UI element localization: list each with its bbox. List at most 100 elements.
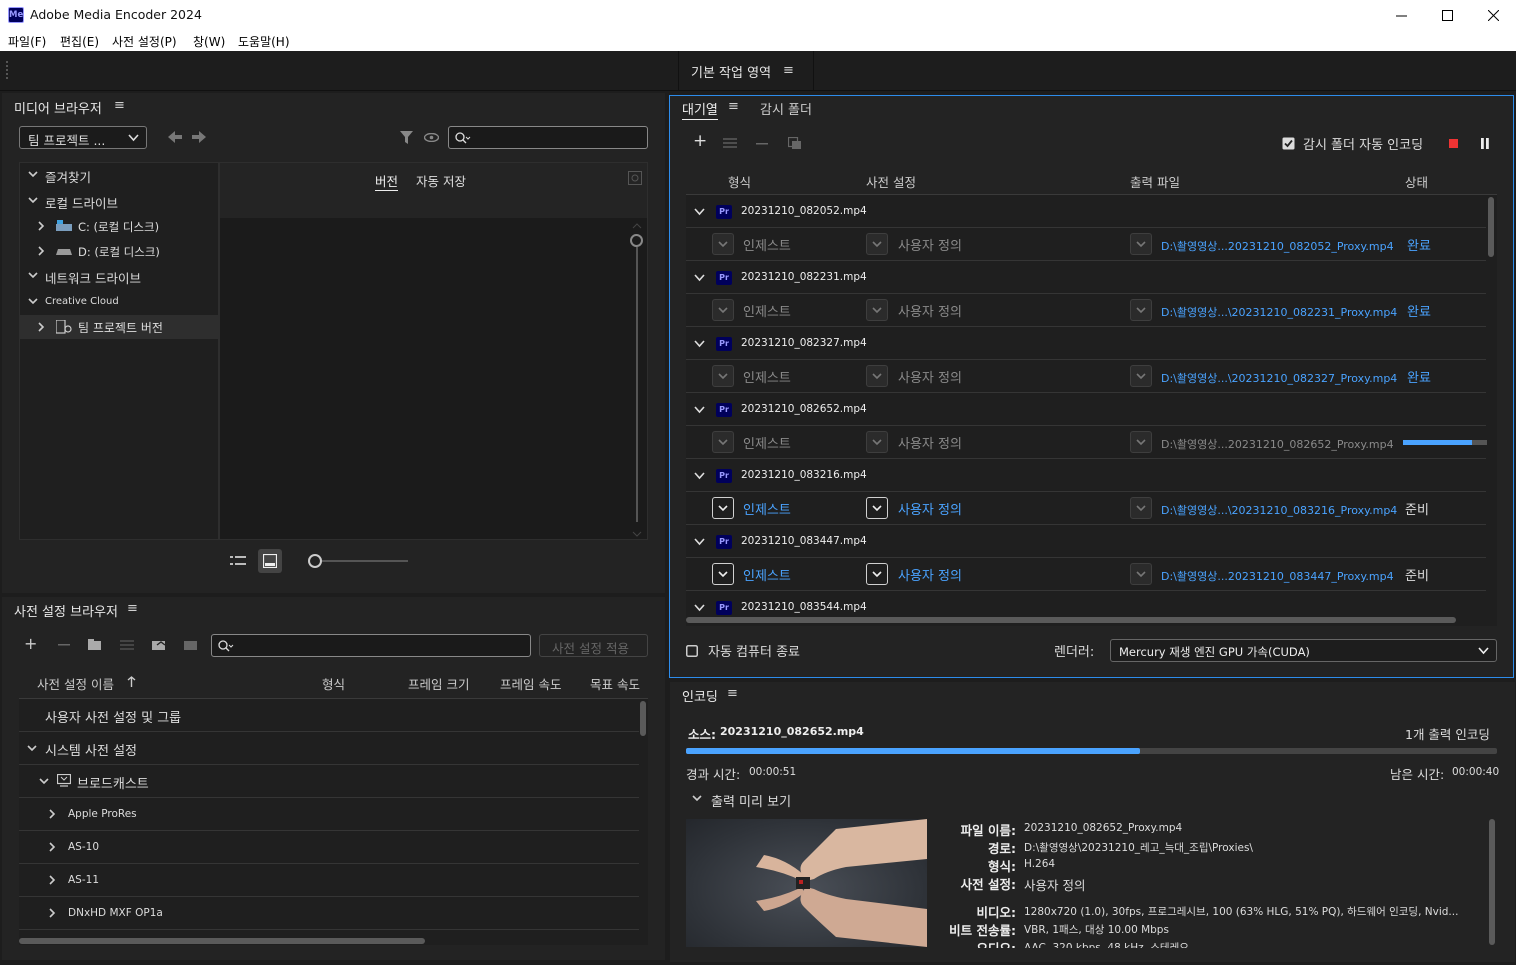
tab-queue[interactable]: 대기열 — [682, 99, 718, 120]
maximize-button[interactable] — [1424, 0, 1470, 30]
chevron-right-icon[interactable] — [49, 875, 56, 885]
vertical-scrollbar[interactable] — [639, 699, 647, 945]
preset-row-prores[interactable]: Apple ProRes — [19, 798, 639, 831]
preset-row-dnxhd[interactable]: DNxHD MXF OP1a — [19, 897, 639, 930]
queue-source-row[interactable]: Pr 20231210_082652.mp4 — [686, 393, 1486, 426]
output-path[interactable]: D:\촬영영상...\20231210_083216_Proxy.mp4 — [1161, 502, 1397, 518]
scroll-thumb[interactable] — [686, 617, 1456, 623]
output-path[interactable]: D:\촬영영상...20231210_083447_Proxy.mp4 — [1161, 568, 1394, 584]
filter-icon[interactable] — [400, 131, 413, 144]
format-dropdown[interactable] — [712, 497, 734, 519]
menu-edit[interactable]: 편집(E) — [60, 33, 99, 50]
minus-icon[interactable] — [58, 644, 70, 646]
menu-icon[interactable]: ≡ — [783, 63, 794, 78]
preset-dropdown[interactable] — [866, 563, 888, 585]
col-status[interactable]: 상태 — [1405, 172, 1428, 191]
format-value[interactable]: 인제스트 — [743, 367, 791, 386]
format-value[interactable]: 인제스트 — [743, 433, 791, 452]
chevron-down-icon[interactable] — [694, 538, 705, 546]
output-dropdown[interactable] — [1130, 233, 1152, 255]
queue-output-row[interactable]: 인제스트 사용자 정의 D:\촬영영상...\20231210_083216_P… — [686, 492, 1486, 525]
chevron-down-icon[interactable] — [28, 298, 38, 305]
close-button[interactable] — [1470, 0, 1516, 30]
tree-item-local-drives[interactable]: 로컬 드라이브 — [20, 189, 218, 213]
checkbox-auto-encode[interactable] — [1282, 137, 1295, 150]
col-preset-name[interactable]: 사전 설정 이름 — [37, 674, 114, 693]
output-path[interactable]: D:\촬영영상...\20231210_082231_Proxy.mp4 — [1161, 304, 1397, 320]
output-dropdown[interactable] — [1130, 497, 1152, 519]
col-target-rate[interactable]: 목표 속도 — [590, 674, 640, 693]
queue-output-row[interactable]: 인제스트 사용자 정의 D:\촬영영상...\20231210_082231_P… — [686, 294, 1486, 327]
add-icon[interactable]: + — [24, 636, 38, 652]
output-dropdown[interactable] — [1130, 563, 1152, 585]
col-format[interactable]: 형식 — [728, 172, 751, 191]
scroll-thumb[interactable] — [1489, 819, 1495, 945]
horizontal-scrollbar[interactable] — [686, 616, 1497, 624]
output-dropdown[interactable] — [1130, 365, 1152, 387]
output-dropdown[interactable] — [1130, 299, 1152, 321]
chevron-down-icon[interactable] — [692, 795, 702, 802]
slider-thumb[interactable] — [308, 554, 322, 568]
preset-value[interactable]: 사용자 정의 — [898, 499, 962, 518]
pause-icon[interactable] — [1481, 138, 1489, 149]
import-icon[interactable] — [152, 638, 167, 651]
preset-value[interactable]: 사용자 정의 — [898, 235, 962, 254]
chevron-right-icon[interactable] — [49, 908, 56, 918]
preset-value[interactable]: 사용자 정의 — [898, 367, 962, 386]
output-path[interactable]: D:\촬영영상...\20231210_082327_Proxy.mp4 — [1161, 370, 1397, 386]
apply-preset-button[interactable]: 사전 설정 적용 — [539, 634, 648, 657]
chevron-down-icon[interactable] — [694, 472, 705, 480]
queue-source-row[interactable]: Pr 20231210_083216.mp4 — [686, 459, 1486, 492]
tree-item-favorites[interactable]: 즐겨찾기 — [20, 163, 218, 187]
zoom-slider[interactable] — [308, 553, 408, 569]
col-output[interactable]: 출력 파일 — [1130, 172, 1180, 191]
chevron-down-icon[interactable] — [28, 272, 38, 279]
preset-value[interactable]: 사용자 정의 — [898, 301, 962, 320]
panel-menu-icon[interactable]: ≡ — [728, 99, 739, 114]
back-arrow-icon[interactable] — [168, 131, 182, 143]
stop-icon[interactable] — [1449, 139, 1458, 148]
eye-icon[interactable] — [424, 133, 439, 142]
remove-icon[interactable] — [756, 143, 768, 145]
col-format[interactable]: 형식 — [322, 674, 345, 693]
scroll-thumb[interactable] — [640, 701, 646, 736]
format-value[interactable]: 인제스트 — [743, 565, 791, 584]
project-dropdown[interactable]: 팀 프로젝트 ... — [19, 126, 147, 149]
menu-preset[interactable]: 사전 설정(P) — [112, 33, 177, 50]
preset-search-input[interactable] — [211, 634, 531, 657]
chevron-down-icon[interactable] — [27, 745, 37, 752]
tree-item-network-drives[interactable]: 네트워크 드라이브 — [20, 264, 218, 288]
preset-dropdown[interactable] — [866, 233, 888, 255]
export-icon[interactable] — [184, 638, 199, 651]
scroll-thumb[interactable] — [630, 234, 643, 247]
preset-row-broadcast[interactable]: 브로드캐스트 — [19, 765, 639, 798]
queue-source-row[interactable]: Pr 20231210_082327.mp4 — [686, 327, 1486, 360]
preset-dropdown[interactable] — [866, 365, 888, 387]
format-dropdown[interactable] — [712, 233, 734, 255]
media-search-input[interactable] — [448, 126, 648, 149]
queue-source-row[interactable]: Pr 20231210_082052.mp4 — [686, 195, 1486, 228]
scroll-thumb[interactable] — [19, 938, 425, 944]
panel-menu-icon[interactable]: ≡ — [114, 98, 125, 113]
format-dropdown[interactable] — [712, 299, 734, 321]
chevron-down-icon[interactable] — [694, 604, 705, 612]
format-value[interactable]: 인제스트 — [743, 235, 791, 254]
format-dropdown[interactable] — [712, 365, 734, 387]
grip-handle[interactable] — [6, 61, 8, 79]
format-value[interactable]: 인제스트 — [743, 499, 791, 518]
format-value[interactable]: 인제스트 — [743, 301, 791, 320]
chevron-down-icon[interactable] — [28, 197, 38, 204]
preset-dropdown[interactable] — [866, 299, 888, 321]
chevron-right-icon[interactable] — [38, 221, 45, 231]
tab-versions[interactable]: 버전 — [375, 171, 399, 191]
format-dropdown[interactable] — [712, 431, 734, 453]
add-source-icon[interactable]: + — [693, 133, 707, 150]
duplicate-icon[interactable] — [788, 137, 802, 150]
menu-window[interactable]: 창(W) — [193, 33, 225, 50]
output-path[interactable]: D:\촬영영상...20231210_082052_Proxy.mp4 — [1161, 238, 1394, 254]
checkbox-shutdown[interactable] — [686, 645, 698, 657]
queue-output-row[interactable]: 인제스트 사용자 정의 D:\촬영영상...20231210_082052_Pr… — [686, 228, 1486, 261]
chevron-down-icon[interactable] — [694, 274, 705, 282]
preset-row-user[interactable]: 사용자 사전 설정 및 그룹 — [19, 699, 639, 732]
panel-menu-icon[interactable]: ≡ — [727, 686, 738, 701]
